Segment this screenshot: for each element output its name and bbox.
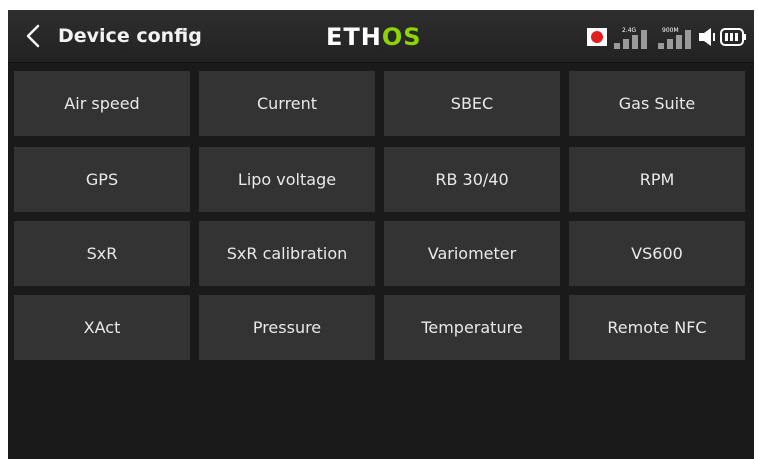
device-tile-air-speed[interactable]: Air speed	[14, 71, 190, 136]
device-tile-pressure[interactable]: Pressure	[199, 295, 375, 360]
device-config-screen: Device config ETHOS 2.4G 900M Air speed …	[8, 10, 754, 459]
device-tile-sbec[interactable]: SBEC	[384, 71, 560, 136]
battery-icon	[720, 28, 746, 46]
device-tile-current[interactable]: Current	[199, 71, 375, 136]
signal-900m-icon: 900M	[658, 27, 691, 49]
status-bar: 2.4G 900M	[586, 24, 748, 50]
chevron-left-icon	[26, 24, 40, 48]
page-title: Device config	[58, 25, 202, 47]
device-tile-sxr-calibration[interactable]: SxR calibration	[199, 221, 375, 286]
device-tile-variometer[interactable]: Variometer	[384, 221, 560, 286]
device-tile-rpm[interactable]: RPM	[569, 147, 745, 212]
ethos-logo: ETHOS	[326, 23, 422, 51]
device-grid: Air speed Current SBEC Gas Suite GPS Lip…	[14, 71, 752, 371]
device-tile-lipo-voltage[interactable]: Lipo voltage	[199, 147, 375, 212]
header-bar: Device config ETHOS 2.4G 900M	[8, 10, 754, 63]
device-tile-sxr[interactable]: SxR	[14, 221, 190, 286]
signal-2-4g-icon: 2.4G	[614, 27, 647, 49]
back-button[interactable]	[16, 18, 52, 54]
device-tile-rb-30-40[interactable]: RB 30/40	[384, 147, 560, 212]
device-tile-vs600[interactable]: VS600	[569, 221, 745, 286]
device-tile-temperature[interactable]: Temperature	[384, 295, 560, 360]
device-tile-gps[interactable]: GPS	[14, 147, 190, 212]
device-tile-remote-nfc[interactable]: Remote NFC	[569, 295, 745, 360]
svg-text:900M: 900M	[662, 27, 679, 34]
device-tile-xact[interactable]: XAct	[14, 295, 190, 360]
device-tile-gas-suite[interactable]: Gas Suite	[569, 71, 745, 136]
speaker-icon[interactable]	[698, 27, 718, 47]
svg-text:2.4G: 2.4G	[622, 27, 637, 34]
record-icon	[587, 28, 607, 46]
